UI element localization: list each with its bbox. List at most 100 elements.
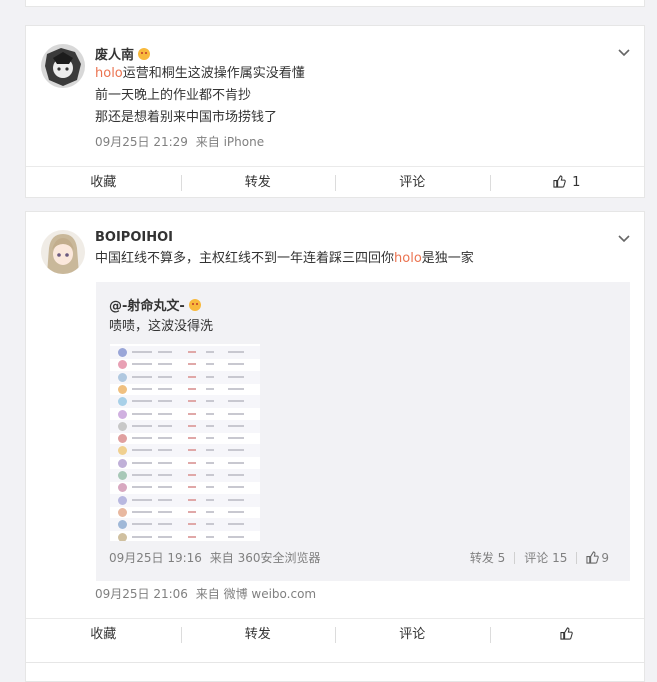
image-row-cell [228, 498, 244, 501]
image-row-cell [188, 461, 196, 464]
image-row-cell [228, 474, 244, 476]
author-name[interactable]: 废人南 [95, 44, 151, 63]
image-row-icon [118, 421, 127, 431]
post-time[interactable]: 09月25日 21:06 [95, 587, 188, 601]
image-row [110, 531, 260, 541]
image-row-cell [132, 363, 152, 366]
image-row-cell [132, 412, 152, 415]
repost-button[interactable]: 转发 [181, 0, 336, 7]
image-row-cell [158, 375, 172, 378]
image-row-cell [228, 375, 244, 378]
comment-button[interactable]: 评论 [335, 0, 490, 7]
like-count: 1 [572, 175, 581, 190]
image-row [110, 346, 260, 359]
image-row [110, 469, 260, 482]
image-row-cell [132, 400, 152, 403]
image-row-cell [228, 437, 244, 440]
image-row-cell [132, 535, 152, 538]
image-row [110, 493, 260, 507]
chevron-down-icon[interactable] [617, 48, 631, 58]
thumbs-up-icon[interactable] [586, 551, 600, 564]
repost-count[interactable]: 转发 5 [470, 549, 505, 566]
image-row-cell [132, 449, 152, 452]
image-row-cell [158, 510, 172, 513]
avatar[interactable] [41, 44, 85, 88]
image-row-cell [188, 523, 196, 526]
hashtag-link[interactable]: holo [394, 251, 422, 266]
image-row-cell [206, 523, 214, 526]
avatar[interactable] [41, 230, 85, 274]
image-row-cell [206, 535, 214, 538]
image-row-cell [188, 400, 196, 403]
image-row-cell [228, 351, 244, 353]
image-row-cell [228, 400, 244, 403]
repost-image[interactable] [110, 344, 260, 541]
post-actions: 收藏 转发 评论 1 [26, 166, 644, 199]
image-row-cell [206, 400, 214, 403]
image-row-cell [188, 387, 196, 390]
image-row-cell [206, 363, 214, 366]
image-row-icon [118, 434, 127, 444]
image-row-cell [158, 351, 172, 353]
image-row-cell [228, 486, 244, 489]
image-row-cell [132, 437, 152, 440]
image-row-cell [158, 363, 172, 366]
image-row-cell [188, 412, 196, 415]
repost-author-text[interactable]: @-射命丸文- [109, 299, 185, 314]
image-row [110, 358, 260, 371]
comment-button[interactable]: 评论 [335, 167, 490, 199]
image-row-cell [132, 474, 152, 476]
image-row-cell [188, 351, 196, 353]
emoji-icon [138, 48, 151, 60]
image-row-cell [158, 535, 172, 538]
hashtag-link[interactable]: holo [95, 66, 123, 81]
post-source: 来自 微博 weibo.com [195, 587, 317, 601]
thumbs-up-icon [560, 627, 573, 640]
previous-post-actions: 收藏 转发 评论 [26, 0, 644, 7]
image-row-cell [158, 498, 172, 501]
image-row-cell [188, 510, 196, 513]
image-row-cell [132, 375, 152, 378]
image-row-cell [206, 412, 214, 415]
repost-button[interactable]: 转发 [180, 167, 336, 199]
image-row-icon [118, 409, 127, 419]
repost-author[interactable]: @-射命丸文- [109, 295, 201, 314]
image-row-cell [206, 461, 214, 464]
collect-button[interactable]: 收藏 [26, 167, 181, 199]
repost-button[interactable]: 转发 [180, 619, 336, 651]
image-row-cell [132, 461, 152, 464]
image-row-cell [188, 474, 196, 476]
comment-count[interactable]: 评论 15 [524, 549, 567, 566]
weibo-post-2: BOIPOIHOI 中国红线不算多，主权红线不到一年连着踩三四回你holo是独一… [25, 211, 645, 674]
image-row-cell [228, 461, 244, 464]
repost-time[interactable]: 09月25日 19:16 [109, 551, 202, 565]
like-button[interactable]: 1 [489, 167, 645, 199]
like-button[interactable] [490, 0, 645, 7]
repost-stats: 转发 5 评论 15 9 [470, 549, 609, 566]
image-row-cell [206, 449, 214, 452]
chevron-down-icon[interactable] [617, 234, 631, 244]
image-row-cell [228, 387, 244, 390]
author-name-text[interactable]: 废人南 [95, 48, 134, 63]
comment-button[interactable]: 评论 [335, 619, 490, 651]
image-row-cell [228, 412, 244, 415]
image-row-cell [158, 449, 172, 452]
collect-button[interactable]: 收藏 [26, 619, 181, 651]
image-row-cell [188, 437, 196, 440]
post-time[interactable]: 09月25日 21:29 [95, 135, 188, 149]
image-row-cell [132, 510, 152, 513]
author-name[interactable]: BOIPOIHOI [95, 230, 173, 245]
reposted-content: @-射命丸文- 啧啧，这波没得洗 09月25日 19:16 来自 360安全浏览… [96, 282, 630, 581]
post-source: 来自 iPhone [195, 135, 265, 149]
post-text: 中国红线不算多，主权红线不到一年连着踩三四回你holo是独一家 [95, 248, 474, 270]
post-meta: 09月25日 21:06 来自 微博 weibo.com [95, 585, 316, 602]
image-row-cell [188, 498, 196, 501]
image-row-cell [132, 486, 152, 489]
image-row-cell [228, 424, 244, 427]
image-row-icon [118, 458, 127, 468]
image-row-cell [188, 375, 196, 378]
like-button[interactable] [489, 619, 645, 651]
image-row-icon [118, 483, 127, 493]
collect-button[interactable]: 收藏 [26, 0, 181, 7]
post-text-part: 是独一家 [421, 251, 474, 266]
